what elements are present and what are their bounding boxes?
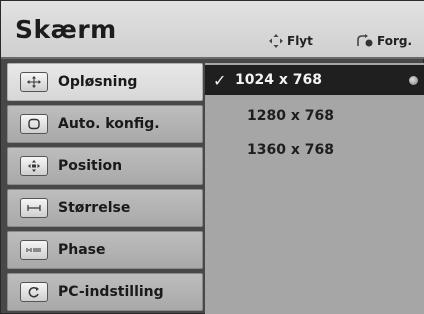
sidebar-item-pc-settings[interactable]: PC-indstilling [7, 273, 203, 311]
option-label: 1360 x 768 [247, 142, 334, 158]
sidebar-item-label: Størrelse [58, 200, 131, 216]
sidebar-item-label: Phase [58, 242, 106, 258]
auto-config-icon [20, 114, 48, 134]
sidebar-item-label: Auto. konfig. [58, 116, 160, 132]
sidebar-item-label: Position [58, 158, 123, 174]
sidebar-item-phase[interactable]: Phase [7, 231, 203, 269]
size-icon [20, 198, 48, 218]
pc-settings-icon [20, 282, 48, 302]
move-hint: Flyt [269, 31, 313, 51]
move-hint-label: Flyt [287, 34, 313, 48]
resolution-option-1280x768[interactable]: 1280 x 768 [205, 101, 424, 131]
page-title: Skærm [15, 15, 117, 44]
four-way-arrow-icon [269, 34, 287, 48]
monitor-osd: Skærm Flyt Forg. Opløsning Auto. konfig.… [0, 0, 424, 314]
sidebar-menu: Opløsning Auto. konfig. Position Størrel… [7, 63, 203, 311]
resolution-icon [20, 72, 48, 92]
sidebar-item-auto-config[interactable]: Auto. konfig. [7, 105, 203, 143]
return-arrow-icon [355, 34, 377, 48]
option-label: 1024 x 768 [235, 72, 322, 88]
resolution-option-1024x768[interactable]: ✓ 1024 x 768 [205, 65, 424, 95]
osd-header: Skærm Flyt Forg. [1, 1, 424, 59]
sidebar-item-label: PC-indstilling [58, 284, 164, 300]
option-label: 1280 x 768 [247, 108, 334, 124]
sidebar-item-size[interactable]: Størrelse [7, 189, 203, 227]
resolution-options-panel: ✓ 1024 x 768 1280 x 768 1360 x 768 [205, 63, 424, 314]
sidebar-item-position[interactable]: Position [7, 147, 203, 185]
sidebar-item-label: Opløsning [58, 74, 138, 90]
sidebar-item-resolution[interactable]: Opløsning [7, 63, 203, 101]
position-icon [20, 156, 48, 176]
resolution-option-1360x768[interactable]: 1360 x 768 [205, 135, 424, 165]
back-hint: Forg. [355, 31, 412, 51]
scroll-indicator-icon [409, 76, 418, 85]
back-hint-label: Forg. [377, 34, 413, 48]
phase-icon [20, 240, 48, 260]
checkmark-icon: ✓ [213, 70, 227, 90]
